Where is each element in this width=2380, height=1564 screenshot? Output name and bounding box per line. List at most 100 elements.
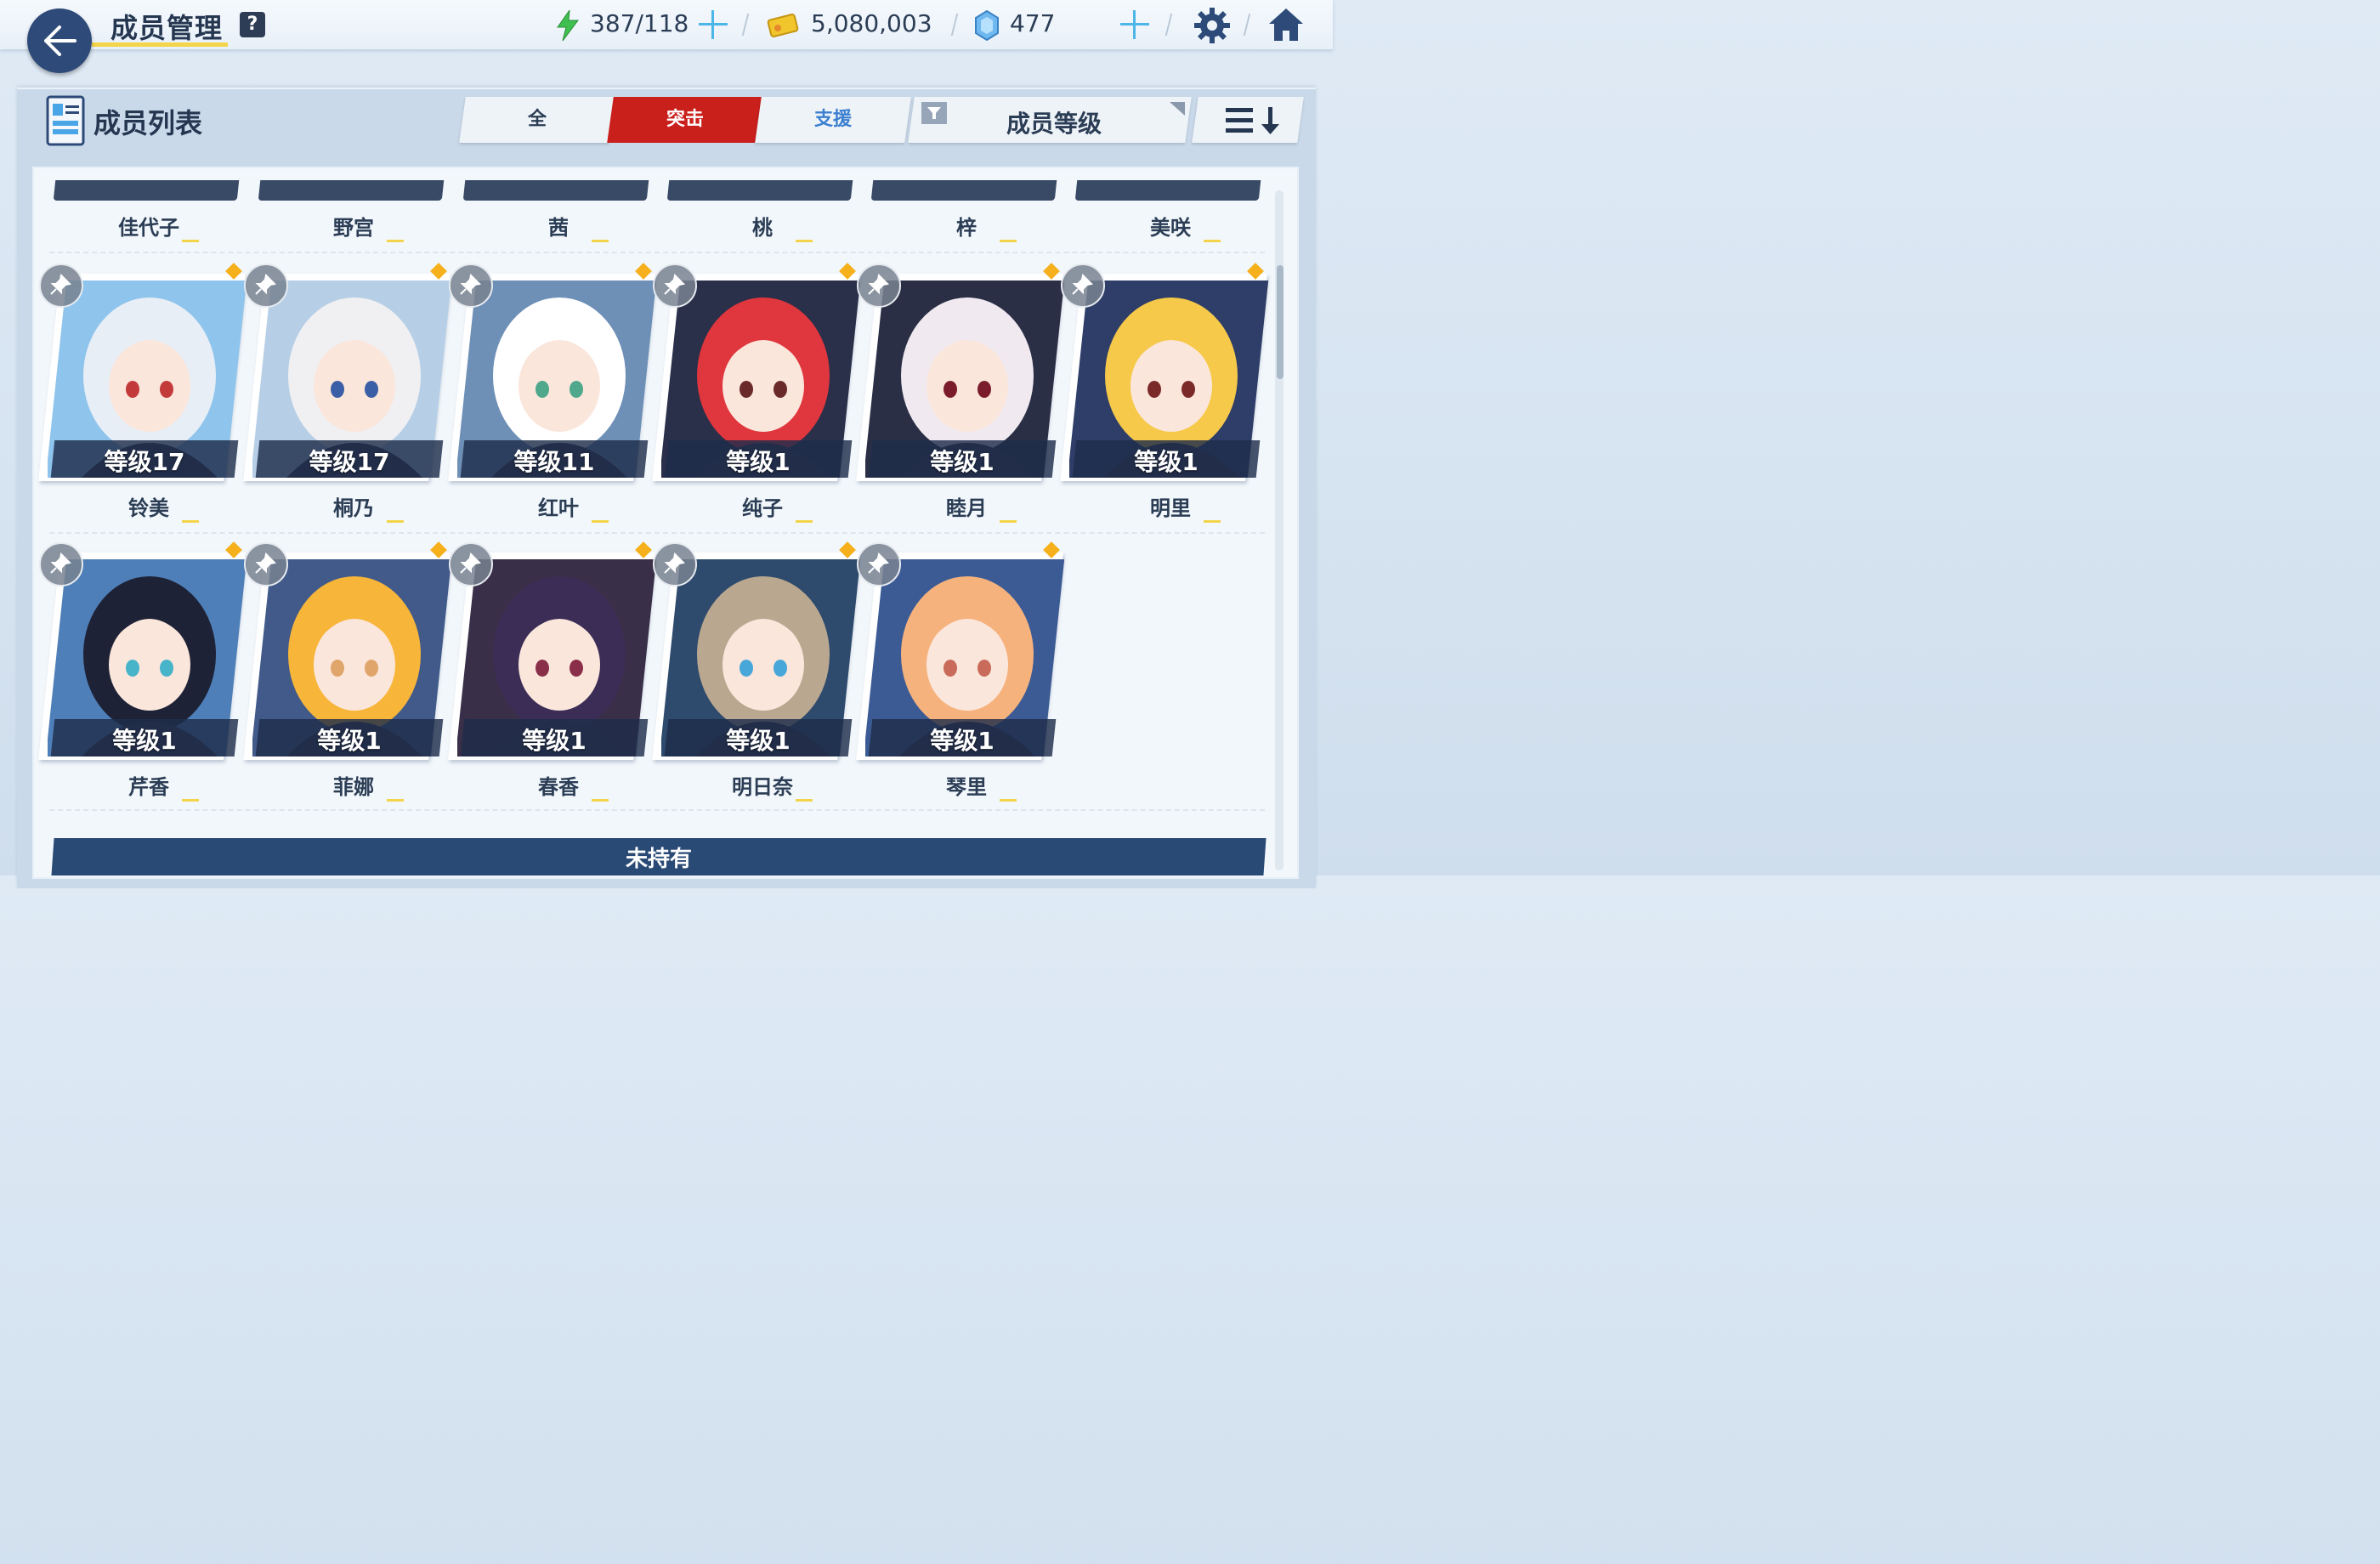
arrow-left-icon — [44, 26, 76, 56]
member-name: 芹香 — [128, 775, 169, 799]
name-underline — [592, 799, 609, 802]
pin-button[interactable] — [653, 264, 697, 308]
pin-icon — [255, 274, 276, 295]
name-underline — [796, 520, 813, 523]
credit-card-icon — [767, 14, 799, 37]
name-underline — [182, 240, 199, 242]
member-name: 野宫 — [333, 216, 374, 240]
member-card[interactable]: 等级1 — [448, 541, 657, 760]
member-card[interactable]: 等级1 — [652, 263, 861, 481]
pin-button[interactable] — [653, 542, 697, 586]
panel-title: 成员列表 — [94, 107, 203, 139]
tab-support[interactable]: 支援 — [755, 97, 911, 143]
member-card[interactable]: 等级1 — [1060, 263, 1269, 481]
pin-button[interactable] — [244, 264, 288, 308]
pin-button[interactable] — [857, 542, 901, 586]
energy-value: 387/118 — [590, 9, 689, 37]
member-card[interactable]: 等级17 — [243, 263, 452, 481]
back-button[interactable] — [27, 8, 92, 73]
member-name: 睦月 — [946, 496, 987, 520]
member-card-partial[interactable] — [462, 180, 649, 201]
member-card[interactable]: 等级1 — [856, 263, 1065, 481]
member-card-partial[interactable] — [258, 180, 445, 201]
gear-icon[interactable] — [1193, 7, 1231, 44]
row-divider — [49, 252, 1265, 253]
member-name: 铃美 — [128, 496, 169, 520]
tab-bar: 全 突击 支援 — [459, 97, 911, 143]
pin-button[interactable] — [1061, 264, 1105, 308]
pin-icon — [664, 552, 685, 574]
member-card[interactable]: 等级1 — [652, 541, 861, 760]
lightning-icon — [557, 10, 579, 41]
add-energy-button[interactable] — [699, 10, 728, 39]
level-label: 等级1 — [317, 727, 382, 755]
sort-label: 成员等级 — [1006, 110, 1102, 138]
pin-button[interactable] — [39, 542, 83, 586]
member-name: 美咲 — [1150, 216, 1191, 240]
help-button[interactable]: ? — [240, 12, 265, 37]
pin-button[interactable] — [244, 542, 288, 586]
unowned-label: 未持有 — [625, 847, 692, 872]
sort-descending-icon — [1226, 107, 1279, 134]
row-divider — [49, 532, 1265, 534]
name-underline — [182, 520, 199, 523]
member-card[interactable]: 等级11 — [448, 263, 657, 481]
tab-all[interactable]: 全 — [459, 97, 615, 143]
scrollbar-thumb[interactable] — [1277, 265, 1284, 379]
row-divider — [49, 809, 1265, 811]
level-label: 等级17 — [309, 448, 390, 476]
member-name: 茜 — [548, 216, 569, 240]
member-name: 菲娜 — [333, 775, 374, 799]
name-underline — [1000, 799, 1017, 802]
member-name: 桐乃 — [333, 496, 374, 520]
pin-icon — [1072, 274, 1093, 295]
name-underline — [182, 799, 199, 802]
level-label: 等级1 — [726, 448, 790, 476]
pin-button[interactable] — [39, 264, 83, 308]
filter-icon — [921, 102, 947, 124]
member-card-partial[interactable] — [870, 180, 1057, 201]
level-label: 等级1 — [930, 448, 994, 476]
member-card-partial[interactable] — [1074, 180, 1261, 201]
pin-icon — [460, 552, 481, 574]
level-label: 等级1 — [726, 727, 790, 755]
member-name: 琴里 — [946, 775, 987, 799]
member-card-partial[interactable] — [53, 180, 240, 201]
pin-button[interactable] — [449, 542, 493, 586]
add-gems-button[interactable] — [1120, 10, 1149, 39]
level-label: 等级1 — [1134, 448, 1198, 476]
gem-icon — [975, 10, 999, 41]
name-underline — [1204, 240, 1221, 242]
gems-value: 477 — [1010, 9, 1056, 37]
name-underline — [387, 240, 404, 242]
level-label: 等级1 — [112, 727, 177, 755]
member-card-partial[interactable] — [666, 180, 853, 201]
pin-icon — [460, 274, 481, 295]
member-card[interactable]: 等级1 — [38, 541, 247, 760]
member-card[interactable]: 等级1 — [243, 541, 452, 760]
member-list-icon — [46, 95, 85, 146]
pin-button[interactable] — [449, 264, 493, 308]
dropdown-corner-icon — [1170, 102, 1185, 116]
name-underline — [592, 240, 609, 242]
member-name: 桃 — [752, 216, 773, 240]
name-underline — [387, 799, 404, 802]
home-icon[interactable] — [1266, 5, 1306, 44]
member-name: 佳代子 — [118, 216, 179, 240]
pin-icon — [255, 552, 276, 574]
member-name: 明里 — [1150, 496, 1191, 520]
pin-icon — [664, 274, 685, 295]
tab-assault[interactable]: 突击 — [607, 97, 763, 143]
member-card[interactable]: 等级17 — [38, 263, 247, 481]
pin-icon — [50, 552, 71, 574]
name-underline — [592, 520, 609, 523]
member-card[interactable]: 等级1 — [856, 541, 1065, 760]
name-underline — [387, 520, 404, 523]
level-label: 等级11 — [513, 448, 595, 476]
member-name: 纯子 — [742, 496, 783, 520]
title-underline — [92, 42, 228, 47]
pin-button[interactable] — [857, 264, 901, 308]
pin-icon — [50, 274, 71, 295]
credits-value: 5,080,003 — [811, 9, 932, 37]
level-label: 等级1 — [930, 727, 994, 755]
